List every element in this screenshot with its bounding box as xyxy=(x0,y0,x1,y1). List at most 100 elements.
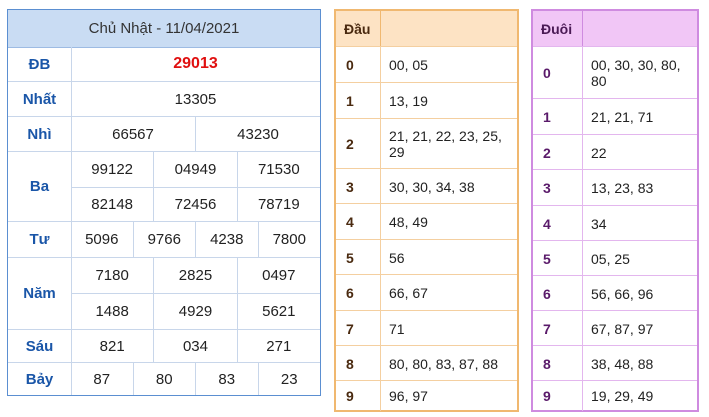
loto-values: 80, 80, 83, 87, 88 xyxy=(389,355,498,372)
prize-row-nhi: Nhì 66567 43230 xyxy=(8,117,320,152)
loto-row: 6 56, 66, 96 xyxy=(533,275,697,311)
prize-number: 99122 xyxy=(71,152,155,187)
loto-row: 4 48, 49 xyxy=(336,203,517,240)
prize-label: Ba xyxy=(8,152,72,221)
loto-row: 4 34 xyxy=(533,205,697,241)
loto-row: 6 66, 67 xyxy=(336,274,517,311)
loto-row: 1 21, 21, 71 xyxy=(533,98,697,135)
prize-number: 034 xyxy=(154,330,238,362)
prize-row-tu: Tư 5096 9766 4238 7800 xyxy=(8,222,320,258)
loto-values: 48, 49 xyxy=(389,214,428,230)
loto-values: 34 xyxy=(591,215,607,232)
prize-number: 83 xyxy=(196,363,259,395)
prize-row-sau: Sáu 821 034 271 xyxy=(8,330,320,363)
prize-label: Nhất xyxy=(8,82,72,116)
prize-number: 43230 xyxy=(237,125,279,143)
prize-number: 0497 xyxy=(262,267,296,284)
loto-digit: 9 xyxy=(336,381,381,411)
loto-digit: 3 xyxy=(533,170,583,206)
loto-values: 22 xyxy=(591,144,607,161)
prize-label: ĐB xyxy=(8,47,72,81)
prize-number: 4929 xyxy=(154,293,238,329)
prize-number: 80 xyxy=(134,363,196,395)
prize-label: Nhì xyxy=(8,117,72,151)
prize-number: 821 xyxy=(71,330,155,362)
loto-row: 0 00, 30, 30, 80, 80 xyxy=(533,46,697,99)
loto-head-table: Đầu 0 00, 05 1 13, 19 2 21, 21, 22, 23, … xyxy=(334,9,519,412)
loto-digit: 8 xyxy=(533,346,583,381)
loto-digit: 2 xyxy=(533,135,583,170)
loto-values: 05, 25 xyxy=(591,250,630,267)
prize-number: 87 xyxy=(71,363,134,395)
loto-values: 19, 29, 49 xyxy=(591,388,654,404)
prize-row-nam: Năm 7180 2825 0497 1488 4929 5621 xyxy=(8,258,320,330)
prize-number: 13305 xyxy=(174,90,217,108)
prize-row-db: ĐB 29013 xyxy=(8,47,320,82)
lottery-results-table: Chủ Nhật - 11/04/2021 ĐB 29013 Nhất 1330… xyxy=(7,9,321,396)
prize-number: 5096 xyxy=(71,222,134,257)
prize-label: Tư xyxy=(8,222,72,257)
prize-number: 9766 xyxy=(134,222,196,257)
loto-values: 96, 97 xyxy=(389,388,428,404)
prize-row-ba: Ba 99122 04949 71530 82148 72456 78719 xyxy=(8,152,320,222)
loto-row: 3 13, 23, 83 xyxy=(533,169,697,206)
loto-row: 5 05, 25 xyxy=(533,240,697,276)
loto-head-header: Đầu xyxy=(336,11,517,46)
loto-digit: 5 xyxy=(336,240,381,275)
loto-row: 2 21, 21, 22, 23, 25, 29 xyxy=(336,118,517,169)
prize-number: 1488 xyxy=(71,293,155,329)
loto-row: 1 13, 19 xyxy=(336,82,517,119)
loto-values: 38, 48, 88 xyxy=(591,355,654,372)
loto-values: 30, 30, 34, 38 xyxy=(389,178,475,195)
prize-number: 2825 xyxy=(154,258,238,293)
prize-number: 7800 xyxy=(272,231,306,248)
prize-row-nhat: Nhất 13305 xyxy=(8,82,320,117)
loto-digit: 9 xyxy=(533,381,583,411)
loto-values: 56 xyxy=(389,249,405,266)
loto-row: 8 38, 48, 88 xyxy=(533,345,697,381)
prize-row-bay: Bảy 87 80 83 23 xyxy=(8,363,320,395)
loto-row: 9 96, 97 xyxy=(336,380,517,411)
prize-label: Sáu xyxy=(8,330,72,362)
loto-row: 8 80, 80, 83, 87, 88 xyxy=(336,345,517,381)
loto-head-header-label: Đầu xyxy=(336,11,381,46)
results-title: Chủ Nhật - 11/04/2021 xyxy=(8,10,320,48)
loto-digit: 3 xyxy=(336,169,381,204)
loto-tail-header-label: Đuôi xyxy=(533,11,583,46)
loto-row: 7 67, 87, 97 xyxy=(533,310,697,346)
loto-values: 21, 21, 71 xyxy=(591,109,654,125)
prize-number: 72456 xyxy=(154,187,238,221)
loto-tail-header: Đuôi xyxy=(533,11,697,46)
prize-number: 71530 xyxy=(257,161,300,178)
loto-row: 3 30, 30, 34, 38 xyxy=(336,168,517,204)
loto-row: 5 56 xyxy=(336,239,517,275)
loto-digit: 7 xyxy=(336,311,381,346)
prize-number: 04949 xyxy=(154,152,238,187)
loto-values: 21, 21, 22, 23, 25, 29 xyxy=(389,128,502,160)
prize-number: 23 xyxy=(280,370,298,388)
loto-values: 71 xyxy=(389,320,405,337)
loto-digit: 6 xyxy=(533,276,583,311)
loto-digit: 6 xyxy=(336,275,381,311)
loto-digit: 0 xyxy=(336,47,381,83)
loto-digit: 7 xyxy=(533,311,583,346)
prize-number: 7180 xyxy=(71,258,155,293)
loto-values: 66, 67 xyxy=(389,285,428,301)
prize-label: Năm xyxy=(8,258,72,329)
loto-digit: 4 xyxy=(336,204,381,240)
loto-digit: 1 xyxy=(336,83,381,119)
loto-tail-table: Đuôi 0 00, 30, 30, 80, 80 1 21, 21, 71 2… xyxy=(531,9,699,412)
loto-row: 0 00, 05 xyxy=(336,46,517,83)
loto-digit: 1 xyxy=(533,99,583,135)
prize-number: 5621 xyxy=(262,302,296,320)
loto-row: 2 22 xyxy=(533,134,697,170)
special-prize-number: 29013 xyxy=(173,55,218,72)
prize-number: 66567 xyxy=(71,117,196,151)
prize-label: Bảy xyxy=(8,363,72,395)
loto-row: 7 71 xyxy=(336,310,517,346)
prize-number: 82148 xyxy=(71,187,155,221)
loto-values: 13, 23, 83 xyxy=(591,180,654,196)
loto-values: 13, 19 xyxy=(389,93,428,109)
loto-digit: 0 xyxy=(533,47,583,99)
loto-digit: 2 xyxy=(336,119,381,169)
